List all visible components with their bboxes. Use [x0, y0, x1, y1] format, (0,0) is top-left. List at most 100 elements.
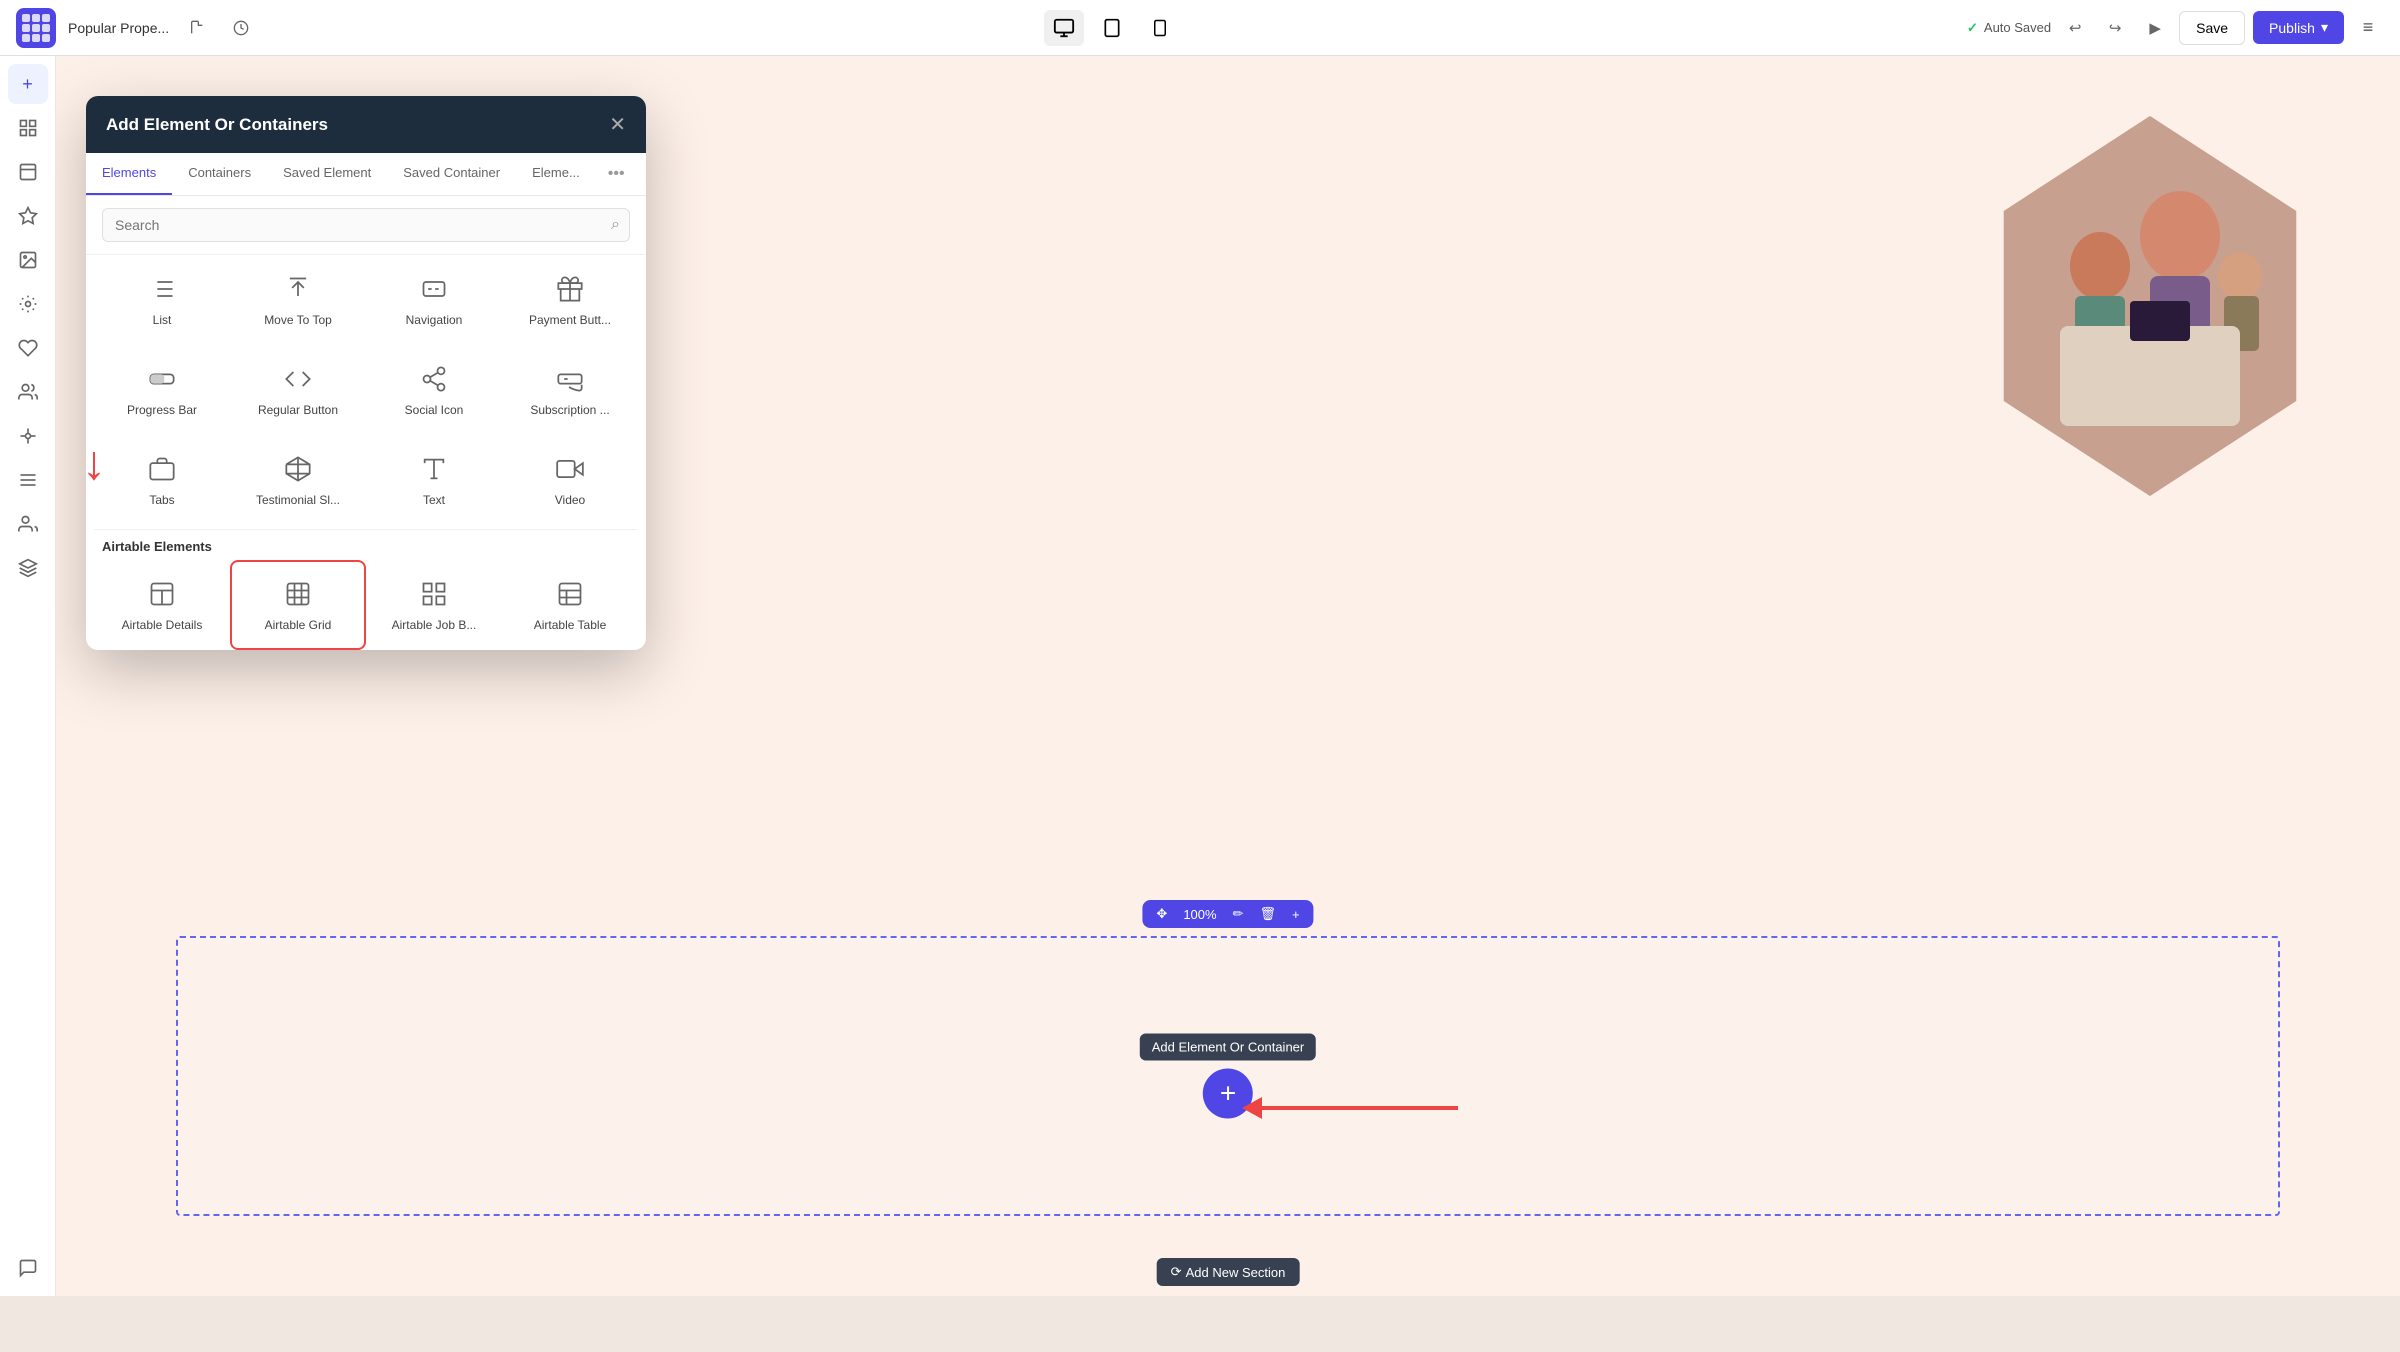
tab-saved-container[interactable]: Saved Container — [387, 153, 516, 195]
modal-header: Add Element Or Containers ✕ — [86, 96, 646, 153]
airtable-elements-row: Airtable Details Airtable Grid Airtable … — [94, 560, 638, 650]
sidebar-item-community[interactable] — [8, 504, 48, 544]
sidebar-item-seo[interactable] — [8, 328, 48, 368]
tablet-view-btn[interactable] — [1092, 10, 1132, 46]
modal-close-button[interactable]: ✕ — [609, 112, 626, 137]
element-airtable-job[interactable]: Airtable Job B... — [366, 560, 502, 650]
element-airtable-grid[interactable]: Airtable Grid — [230, 560, 366, 650]
tab-elements[interactable]: Elements — [86, 153, 172, 195]
element-tabs-label: Tabs — [149, 493, 174, 507]
clock-icon[interactable] — [225, 12, 257, 44]
hero-image-container — [1980, 116, 2320, 496]
element-tabs[interactable]: Tabs — [94, 435, 230, 525]
topbar-left: Popular Prope... — [0, 8, 273, 48]
airtable-section-header: Airtable Elements — [94, 529, 638, 560]
add-icon-toolbar[interactable]: + — [1286, 905, 1306, 924]
add-new-section-bar[interactable]: ⟳ Add New Section — [1157, 1258, 1300, 1286]
payment-icon — [550, 273, 590, 305]
modal-search-area: ⌕ — [86, 196, 646, 255]
mobile-view-btn[interactable] — [1140, 10, 1180, 46]
tab-eleme[interactable]: Eleme... — [516, 153, 596, 195]
elements-row-1: List Move To Top Navigation — [94, 255, 638, 345]
element-airtable-job-label: Airtable Job B... — [392, 618, 477, 632]
desktop-view-btn[interactable] — [1044, 10, 1084, 46]
element-payment-button[interactable]: Payment Butt... — [502, 255, 638, 345]
elements-grid-container: List Move To Top Navigation — [86, 255, 646, 650]
airtable-details-icon — [142, 578, 182, 610]
element-airtable-details[interactable]: Airtable Details — [94, 560, 230, 650]
page-title: Popular Prope... — [68, 20, 169, 36]
percent-label: 100% — [1177, 905, 1222, 924]
sidebar-item-members[interactable] — [8, 372, 48, 412]
sidebar-item-media[interactable] — [8, 240, 48, 280]
arrow-head — [1242, 1097, 1262, 1119]
element-airtable-table[interactable]: Airtable Table — [502, 560, 638, 650]
regular-button-icon — [278, 363, 318, 395]
search-input[interactable] — [102, 208, 630, 242]
element-video-label: Video — [555, 493, 585, 507]
history-icon[interactable] — [181, 12, 213, 44]
element-progress-bar[interactable]: Progress Bar — [94, 345, 230, 435]
element-navigation-label: Navigation — [406, 313, 463, 327]
delete-icon[interactable]: 🗑 — [1253, 904, 1282, 924]
add-section-icon: ⟳ — [1171, 1264, 1182, 1280]
element-airtable-table-label: Airtable Table — [534, 618, 607, 632]
element-text-label: Text — [423, 493, 445, 507]
sidebar-item-design[interactable] — [8, 196, 48, 236]
sidebar-item-support[interactable] — [8, 1248, 48, 1288]
move-top-icon — [278, 273, 318, 305]
element-airtable-details-label: Airtable Details — [122, 618, 203, 632]
sidebar-item-commerce[interactable] — [8, 460, 48, 500]
search-wrapper: ⌕ — [102, 208, 630, 242]
preview-button[interactable]: ▶ — [2139, 12, 2171, 44]
element-text[interactable]: Text — [366, 435, 502, 525]
red-arrow-line — [1258, 1106, 1458, 1110]
sidebar-item-integrations[interactable] — [8, 416, 48, 456]
tabs-icon — [142, 453, 182, 485]
sidebar-item-add[interactable]: + — [8, 64, 48, 104]
element-subscription[interactable]: Subscription ... — [502, 345, 638, 435]
logo-dots — [22, 14, 50, 42]
element-social-icon-label: Social Icon — [405, 403, 464, 417]
element-testimonial-label: Testimonial Sl... — [256, 493, 340, 507]
edit-icon[interactable]: ✏ — [1227, 904, 1250, 924]
hamburger-menu-button[interactable]: ≡ — [2352, 12, 2384, 44]
element-regular-button-label: Regular Button — [258, 403, 338, 417]
airtable-section-label: Airtable Elements — [102, 539, 212, 554]
empty-container[interactable]: ✥ 100% ✏ 🗑 + Add Element Or Container + — [176, 936, 2280, 1216]
red-down-arrow-indicator: ↓ — [82, 440, 106, 488]
topbar: Popular Prope... Auto Saved ↩ ↪ ▶ Save P… — [0, 0, 2400, 56]
element-testimonial[interactable]: Testimonial Sl... — [230, 435, 366, 525]
save-button[interactable]: Save — [2179, 11, 2245, 45]
element-airtable-grid-label: Airtable Grid — [265, 618, 332, 632]
element-social-icon[interactable]: Social Icon — [366, 345, 502, 435]
sidebar-item-automation[interactable] — [8, 548, 48, 588]
left-sidebar: + — [0, 56, 56, 1296]
tab-more[interactable]: ••• — [600, 153, 633, 195]
element-navigation[interactable]: Navigation — [366, 255, 502, 345]
element-video[interactable]: Video — [502, 435, 638, 525]
undo-button[interactable]: ↩ — [2059, 12, 2091, 44]
tab-saved-element[interactable]: Saved Element — [267, 153, 387, 195]
text-element-icon — [414, 453, 454, 485]
airtable-table-icon — [550, 578, 590, 610]
publish-button[interactable]: Publish ▾ — [2253, 11, 2344, 44]
element-list[interactable]: List — [94, 255, 230, 345]
add-element-tooltip: Add Element Or Container — [1140, 1034, 1316, 1061]
sidebar-item-pages[interactable] — [8, 152, 48, 192]
hero-hexagon-image — [1980, 116, 2320, 496]
element-move-to-top[interactable]: Move To Top — [230, 255, 366, 345]
redo-button[interactable]: ↪ — [2099, 12, 2131, 44]
app-logo[interactable] — [16, 8, 56, 48]
floating-toolbar: ✥ 100% ✏ 🗑 + — [1142, 900, 1313, 928]
element-regular-button[interactable]: Regular Button — [230, 345, 366, 435]
sidebar-item-layers[interactable] — [8, 108, 48, 148]
tab-containers[interactable]: Containers — [172, 153, 267, 195]
elements-row-3: Tabs Testimonial Sl... Text — [94, 435, 638, 525]
elements-row-2: Progress Bar Regular Button Social Icon — [94, 345, 638, 435]
sidebar-item-settings[interactable] — [8, 284, 48, 324]
move-icon[interactable]: ✥ — [1150, 904, 1173, 924]
family-photo-svg — [1980, 116, 2320, 496]
video-icon — [550, 453, 590, 485]
list-icon — [142, 273, 182, 305]
